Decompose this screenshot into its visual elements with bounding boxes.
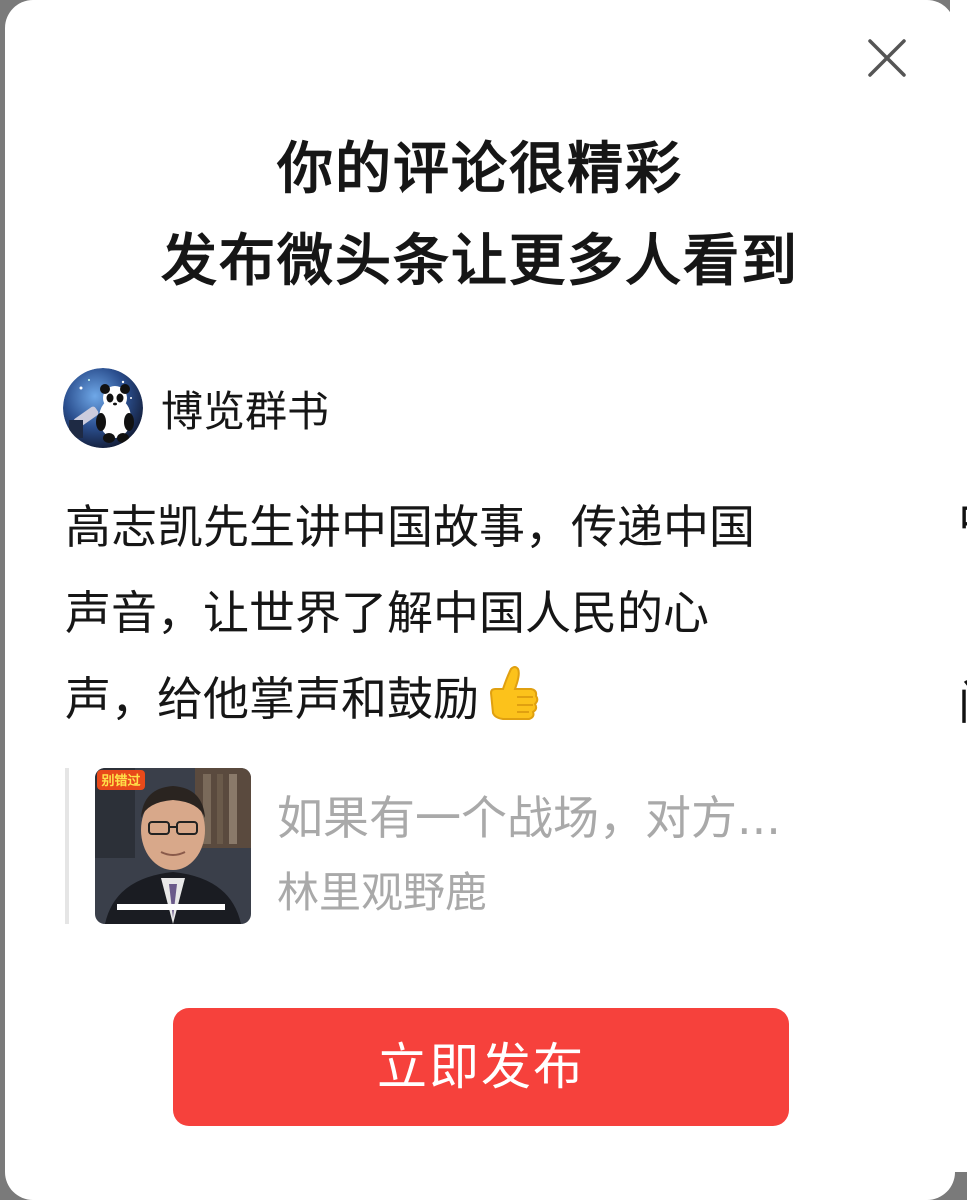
comment-line-2: 声音，让世界了解中国人民的心 (65, 586, 709, 640)
author-row: 博览群书 (63, 368, 329, 448)
dialog-title-line-2: 发布微头条让更多人看到 (161, 229, 799, 294)
close-icon (868, 39, 906, 77)
quoted-post-thumbnail[interactable]: 别错过 (95, 768, 251, 924)
quoted-post-title[interactable]: 如果有一个战场，对方... (277, 782, 781, 854)
author-name[interactable]: 博览群书 (161, 378, 329, 439)
comment-text: 高志凯先生讲中国故事，传递中国 声音，让世界了解中国人民的心 声，给他掌声和鼓励 (65, 484, 885, 752)
thumbs-up-icon (481, 663, 543, 752)
video-thumbnail-image: 别错过 (95, 768, 251, 924)
quote-divider (65, 768, 69, 924)
comment-line-3: 声，给他掌声和鼓励 (65, 656, 885, 752)
thumbnail-badge-text: 别错过 (100, 773, 140, 789)
comment-line-1: 高志凯先生讲中国故事，传递中国 (65, 500, 755, 554)
dialog-title: 你的评论很精彩 发布微头条让更多人看到 (5, 124, 955, 308)
dialog-title-line-1: 你的评论很精彩 (277, 137, 683, 202)
background-text-fragment: 中 (958, 498, 967, 544)
quoted-post-author[interactable]: 林里观野鹿 (277, 858, 487, 928)
background-text-fragment: 门 (958, 680, 967, 726)
close-button[interactable] (865, 36, 909, 80)
publish-dialog: 你的评论很精彩 发布微头条让更多人看到 博览群书 高志凯先生讲中国故事，传递中国… (5, 0, 955, 1200)
comment-line-3-text: 声，给他掌声和鼓励 (65, 672, 479, 726)
publish-button[interactable]: 立即发布 (173, 1008, 789, 1126)
panda-avatar-icon (63, 368, 143, 448)
avatar[interactable] (63, 368, 143, 448)
